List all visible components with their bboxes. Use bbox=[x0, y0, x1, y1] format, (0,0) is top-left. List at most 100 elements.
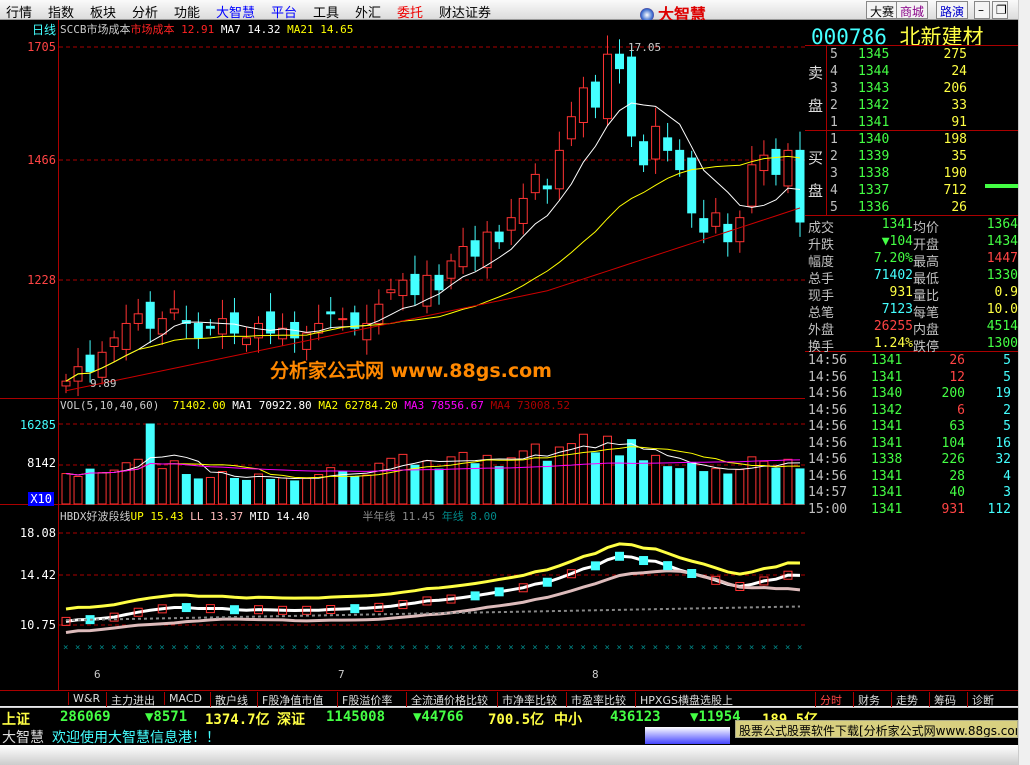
trade-tick-row[interactable]: 15:00 1341 931 112 bbox=[805, 502, 1018, 519]
ask-row[interactable]: 4 1344 24 bbox=[805, 64, 1018, 81]
toolbar-button-mall[interactable]: 商城 bbox=[896, 1, 929, 19]
stat-row[interactable]: 现手 931 量比 0.9 bbox=[805, 285, 1018, 304]
year-line-mark: × bbox=[629, 643, 634, 653]
volume-bar bbox=[759, 460, 769, 505]
candle-down bbox=[590, 81, 600, 108]
panel-tab[interactable]: 筹码 bbox=[929, 692, 960, 708]
volume-bar bbox=[109, 469, 119, 505]
year-line-mark: × bbox=[725, 643, 730, 653]
menu-item[interactable]: 外汇 bbox=[355, 2, 381, 21]
indicator-tabs: W&R 主力进出 MACD 散户线 F股净值市值 F股溢价率 全流通价格比较 市净率比较 市盈率… bbox=[0, 690, 1018, 708]
stat-row[interactable]: 换手 1.24% 跌停 1300 bbox=[805, 336, 1018, 355]
candle-down bbox=[699, 218, 709, 233]
menu-item[interactable]: 功能 bbox=[174, 2, 200, 21]
year-line-mark: × bbox=[544, 643, 549, 653]
menu-item[interactable]: 平台 bbox=[271, 2, 297, 21]
indicator-tab[interactable]: 全流通价格比较 bbox=[406, 692, 492, 708]
candle-down bbox=[494, 231, 504, 243]
menu-item[interactable]: 工具 bbox=[313, 2, 339, 21]
trade-tick-row[interactable]: 14:56 1340 200 19 bbox=[805, 386, 1018, 403]
trade-tick-row[interactable]: 14:56 1341 12 5 bbox=[805, 370, 1018, 387]
panel-tab[interactable]: 分时 bbox=[815, 692, 846, 708]
panel-tab[interactable]: 诊断 bbox=[967, 692, 998, 708]
bid-row[interactable]: 2 1339 35 bbox=[805, 149, 1018, 166]
trade-tick-row[interactable]: 14:56 1341 63 5 bbox=[805, 419, 1018, 436]
volume-bar bbox=[169, 460, 179, 505]
menu-item[interactable]: 板块 bbox=[90, 2, 116, 21]
indicator-candle bbox=[639, 556, 649, 566]
volume-bar bbox=[350, 476, 360, 505]
indicator-tab[interactable]: 市净率比较 bbox=[497, 692, 561, 708]
toolbar-button-roadshow[interactable]: 路演 bbox=[936, 1, 969, 19]
ticker-message[interactable]: 欢迎使用大智慧信息港！！ bbox=[52, 727, 220, 747]
indicator-tab[interactable]: 市盈率比较 bbox=[566, 692, 630, 708]
year-line-mark: × bbox=[280, 643, 285, 653]
trade-tick-row[interactable]: 14:56 1338 226 32 bbox=[805, 452, 1018, 469]
volume-bar bbox=[735, 469, 745, 505]
stat-row[interactable]: 总手 71402 最低 1330 bbox=[805, 268, 1018, 287]
ask-row[interactable]: 2 1342 33 bbox=[805, 98, 1018, 115]
volume-bar bbox=[675, 468, 685, 505]
maximize-icon[interactable]: ❐ bbox=[992, 1, 1008, 19]
zx-volume: 436123 bbox=[610, 709, 661, 725]
indicator-tab[interactable]: 主力进出 bbox=[106, 692, 159, 708]
candle-up bbox=[278, 327, 288, 340]
volume-bar bbox=[97, 472, 107, 505]
ask-row[interactable]: 1 1341 91 bbox=[805, 115, 1018, 132]
stat-row[interactable]: 外盘 26255 内盘 4514 bbox=[805, 319, 1018, 338]
year-line-mark: × bbox=[328, 643, 333, 653]
trade-tick-row[interactable]: 14:57 1341 40 3 bbox=[805, 485, 1018, 502]
indicator-tab[interactable]: 散户线 bbox=[210, 692, 252, 708]
year-line-mark: × bbox=[183, 643, 188, 653]
menu-item[interactable]: 委托 bbox=[397, 2, 423, 21]
panel-tab[interactable]: 走势 bbox=[891, 692, 922, 708]
ad-tooltip[interactable]: 股票公式股票软件下载[分析家公式网www.88gs.com] bbox=[735, 720, 1018, 738]
indicator-tab[interactable]: MACD bbox=[164, 692, 206, 705]
indicator-tab[interactable]: W&R bbox=[68, 692, 104, 705]
menu-item[interactable]: 分析 bbox=[132, 2, 158, 21]
bid-row[interactable]: 5 1336 26 bbox=[805, 200, 1018, 217]
indicator-candle bbox=[494, 587, 504, 597]
indicator-tab[interactable]: F股净值市值 bbox=[257, 692, 327, 708]
menu-item[interactable]: 财达证券 bbox=[439, 2, 491, 21]
volume-bar bbox=[446, 456, 456, 505]
stat-row[interactable]: 总笔 7123 每笔 10.0 bbox=[805, 302, 1018, 321]
menu-item[interactable]: 大智慧 bbox=[216, 2, 255, 21]
indicator-candle bbox=[542, 577, 552, 587]
bid-row[interactable]: 3 1338 190 bbox=[805, 166, 1018, 183]
indicator-tab[interactable]: F股溢价率 bbox=[337, 692, 396, 708]
panel-tab[interactable]: 财务 bbox=[853, 692, 884, 708]
kline-chart[interactable]: 17.05 9.89 × × × × × × × × × × × × × × × × × × × × × × × × × × × × × × ×… bbox=[0, 20, 805, 690]
candle-up bbox=[386, 289, 396, 294]
stat-row[interactable]: 成交 1341 均价 1364 bbox=[805, 217, 1018, 236]
indicator-tab[interactable]: HPXGS横盘选股上 bbox=[635, 692, 737, 708]
year-line-mark: × bbox=[99, 643, 104, 653]
year-line-mark: × bbox=[797, 643, 802, 653]
candle-up bbox=[482, 231, 492, 269]
ask-row[interactable]: 3 1343 206 bbox=[805, 81, 1018, 98]
volume-bar bbox=[217, 471, 227, 505]
candle-down bbox=[145, 301, 155, 329]
year-line-mark: × bbox=[520, 643, 525, 653]
candle-down bbox=[771, 148, 781, 175]
menu-item[interactable]: 指数 bbox=[48, 2, 74, 21]
toolbar-button-contest[interactable]: 大赛 bbox=[866, 1, 899, 19]
candle-up bbox=[711, 212, 721, 227]
ask-row[interactable]: 5 1345 275 bbox=[805, 47, 1018, 64]
volume-bar bbox=[434, 468, 444, 505]
menu-item[interactable]: 行情 bbox=[6, 2, 32, 21]
trade-tick-row[interactable]: 14:56 1341 26 5 bbox=[805, 353, 1018, 370]
trade-tick-row[interactable]: 14:56 1342 6 2 bbox=[805, 403, 1018, 420]
stat-row[interactable]: 升跌 ▼104 开盘 1434 bbox=[805, 234, 1018, 253]
bid-row[interactable]: 1 1340 198 bbox=[805, 132, 1018, 149]
indicator-candle bbox=[229, 605, 239, 615]
minimize-icon[interactable]: – bbox=[974, 1, 990, 19]
candle-up bbox=[518, 197, 528, 224]
stat-row[interactable]: 幅度 7.20% 最高 1447 bbox=[805, 251, 1018, 270]
trade-tick-row[interactable]: 14:56 1341 28 4 bbox=[805, 469, 1018, 486]
trade-tick-row[interactable]: 14:56 1341 104 16 bbox=[805, 436, 1018, 453]
year-line-mark: × bbox=[207, 643, 212, 653]
volume-bar bbox=[771, 467, 781, 505]
volume-bar bbox=[602, 435, 612, 505]
candle-up bbox=[169, 308, 179, 314]
